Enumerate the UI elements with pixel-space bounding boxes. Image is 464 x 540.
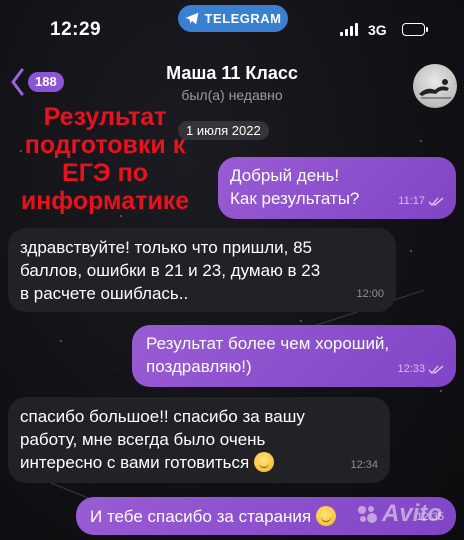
status-time: 12:29 [50, 19, 102, 40]
avito-watermark: Avito [356, 500, 442, 528]
background-star [300, 320, 302, 322]
message-meta: 12:34 [350, 454, 378, 477]
message-text: интересно с вами готовиться [20, 453, 250, 472]
message-outgoing[interactable]: Результат более чем хороший, поздравляю!… [132, 325, 456, 387]
message-incoming[interactable]: спасибо большое!! спасибо за вашу работу… [8, 397, 390, 483]
message-text: спасибо большое!! спасибо за вашу [20, 407, 305, 426]
chat-title[interactable]: Маша 11 Класс [0, 63, 464, 84]
message-text-line: интересно с вами готовиться [20, 451, 378, 474]
avito-watermark-label: Avito [382, 500, 442, 527]
background-star [420, 140, 422, 142]
telegram-pill[interactable]: TELEGRAM [178, 5, 288, 32]
smiling-emoji-icon [315, 506, 336, 526]
message-meta: 12:00 [356, 283, 384, 306]
background-star [120, 215, 122, 217]
smiling-emoji-icon [253, 452, 274, 472]
telegram-pill-label: TELEGRAM [204, 11, 282, 26]
network-label: 3G [368, 22, 387, 38]
background-star [410, 250, 412, 252]
message-text: в расчете ошиблась.. [20, 284, 189, 303]
background-star [60, 340, 62, 342]
overlay-caption-line: Результат [43, 103, 167, 131]
overlay-caption: Результат подготовки к ЕГЭ по информатик… [10, 103, 200, 215]
signal-icon [340, 23, 358, 36]
paper-plane-icon [185, 12, 198, 25]
message-text: Добрый день! [230, 166, 340, 185]
background-star [440, 390, 442, 392]
message-outgoing[interactable]: Добрый день! Как результаты? 11:17 [218, 157, 456, 219]
message-time: 12:33 [397, 363, 425, 375]
chat-last-seen: был(а) недавно [181, 87, 283, 103]
avatar-figure-icon [419, 79, 451, 99]
message-text: Результат более чем хороший, [146, 334, 390, 353]
message-time: 12:34 [350, 459, 378, 471]
avito-logo-icon [358, 506, 377, 523]
message-time: 12:00 [356, 288, 384, 300]
message-text: работу, мне всегда было очень [20, 430, 266, 449]
message-text: И тебе спасибо за старания [90, 507, 312, 526]
avatar[interactable] [413, 64, 457, 108]
battery-icon [402, 23, 428, 36]
message-text: баллов, ошибки в 21 и 23, думаю в 23 [20, 261, 321, 280]
message-time: 11:17 [398, 195, 425, 207]
message-meta: 12:33 [397, 358, 444, 381]
date-separator: 1 июля 2022 [178, 121, 269, 140]
overlay-caption-line: информатике [20, 187, 190, 215]
overlay-caption-line: подготовки к [24, 131, 186, 159]
double-check-icon [428, 365, 444, 374]
overlay-caption-line: ЕГЭ по [62, 159, 148, 187]
message-incoming[interactable]: здравствуйте! только что пришли, 85 балл… [8, 228, 396, 312]
message-text: здравствуйте! только что пришли, 85 [20, 238, 312, 257]
message-meta: 11:17 [398, 190, 444, 213]
double-check-icon [428, 197, 444, 206]
